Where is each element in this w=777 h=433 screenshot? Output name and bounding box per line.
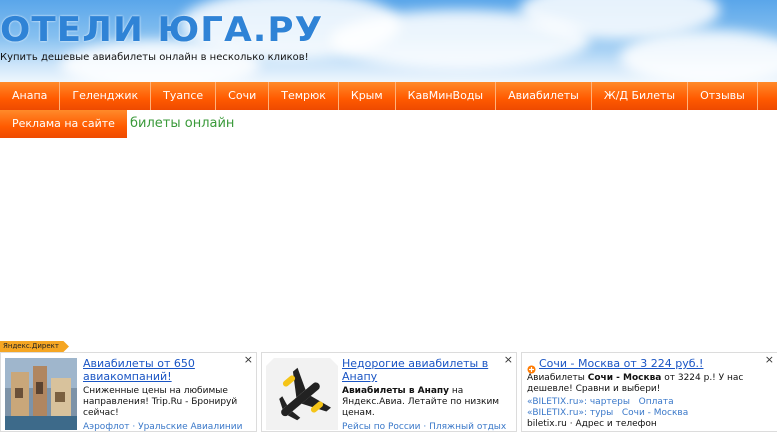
ad-text: Сниженные цены на любимые направления! T…: [83, 386, 238, 418]
ad-sitelink[interactable]: Сочи - Москва: [622, 408, 688, 418]
yandex-direct-label[interactable]: Яндекс.Директ: [0, 341, 69, 352]
page-subtitle: билеты онлайн: [130, 116, 235, 131]
ad-sitelinks-row-2: «BILETIX.ru»: туры Сочи - Москва: [527, 408, 767, 419]
ad-title[interactable]: Недорогие авиабилеты в Анапу: [342, 357, 510, 383]
nav-item-advertising[interactable]: Реклама на сайте: [0, 110, 127, 138]
nav-item-sochi[interactable]: Сочи: [216, 82, 270, 110]
site-header: ОТЕЛИ ЮГА.РУ Купить дешевые авиабилеты о…: [0, 0, 777, 82]
ad-domain[interactable]: biletix.ru · Адрес и телефон: [527, 419, 767, 430]
nav-item-tuapse[interactable]: Туапсе: [151, 82, 217, 110]
nav-item-kavminvody[interactable]: КавМинВоды: [396, 82, 497, 110]
ad-sitelinks[interactable]: Аэрофлот · Уральские Авиалинии: [83, 422, 251, 433]
ad-sitelink[interactable]: «BILETIX.ru»: чартеры: [527, 397, 630, 407]
nav-item-anapa[interactable]: Анапа: [0, 82, 61, 110]
site-tagline: Купить дешевые авиабилеты онлайн в неско…: [0, 52, 309, 63]
ad-block-biletix[interactable]: × Сочи - Москва от 3 224 руб.! Авиабилет…: [521, 352, 777, 432]
ad-block-trip[interactable]: × Авиабилеты от 650 авиакомпаний! Снижен…: [0, 352, 257, 432]
ad-sitelink[interactable]: «BILETIX.ru»: туры: [527, 408, 613, 418]
main-nav: Анапа Геленджик Туапсе Сочи Темрюк Крым …: [0, 82, 777, 110]
nav-item-gelendzhik[interactable]: Геленджик: [60, 82, 152, 110]
ad-title[interactable]: Авиабилеты от 650 авиакомпаний!: [83, 357, 251, 383]
ad-text-bold: Авиабилеты в Анапу: [342, 386, 449, 396]
ad-title[interactable]: Сочи - Москва от 3 224 руб.!: [539, 357, 703, 370]
ad-text-bold: Сочи - Москва: [587, 373, 662, 383]
site-logo[interactable]: ОТЕЛИ ЮГА.РУ: [0, 10, 323, 50]
ad-block-yandex-avia[interactable]: × Недорогие авиабилеты в Анапу Авиабилет…: [261, 352, 517, 432]
ad-sitelinks[interactable]: Рейсы по России · Пляжный отдых: [342, 422, 510, 433]
ad-text: Авиабилеты Сочи - Москва от 3224 р.! У н…: [527, 373, 744, 394]
favicon-icon: [527, 359, 536, 374]
nav-item-temryuk[interactable]: Темрюк: [269, 82, 339, 110]
ad-sitelinks-row-1: «BILETIX.ru»: чартеры Оплата: [527, 397, 767, 408]
nav-item-rail-tickets[interactable]: Ж/Д Билеты: [592, 82, 689, 110]
airplane-icon[interactable]: [266, 358, 338, 430]
ad-sitelink[interactable]: Оплата: [639, 397, 674, 407]
nav-item-crimea[interactable]: Крым: [339, 82, 396, 110]
ad-image-thumbnail[interactable]: [5, 358, 77, 430]
ad-text: Авиабилеты в Анапу на Яндекс.Авиа. Летай…: [342, 386, 510, 419]
nav-item-avia-tickets[interactable]: Авиабилеты: [496, 82, 592, 110]
nav-item-reviews[interactable]: Отзывы: [688, 82, 758, 110]
